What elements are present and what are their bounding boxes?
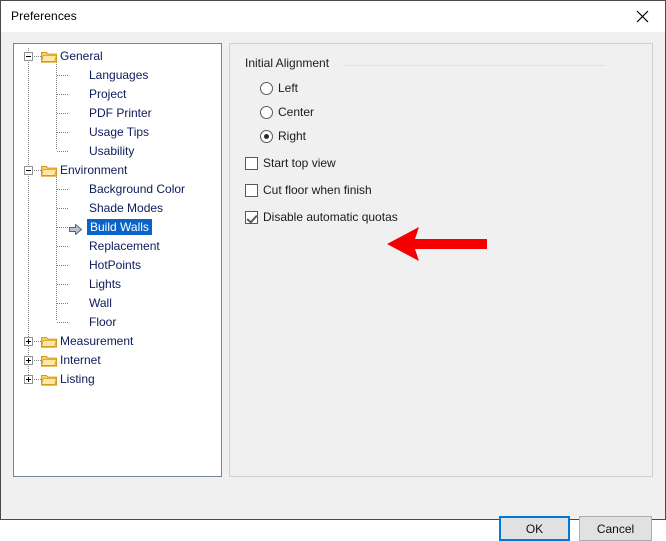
tree-connector [34, 341, 41, 343]
tree-connector [57, 94, 68, 96]
tree-item-label: Internet [60, 353, 101, 367]
expand-icon[interactable] [24, 356, 33, 365]
tree-connector [57, 246, 68, 248]
tree-item-lights[interactable]: Lights [14, 275, 221, 294]
tree-item-measurement[interactable]: Measurement [14, 332, 221, 351]
tree-item-label: Languages [89, 68, 149, 82]
radio-label: Left [278, 81, 299, 95]
tree-connector [57, 303, 68, 305]
tree-item-replacement[interactable]: Replacement [14, 237, 221, 256]
tree-connector [57, 151, 68, 153]
close-icon [636, 10, 649, 23]
checkbox-start-top-view[interactable]: Start top view [245, 154, 336, 172]
checkbox-checked-icon[interactable] [245, 210, 258, 224]
settings-panel: Initial Alignment Left Center Right Start … [229, 43, 653, 477]
tree-connector [57, 322, 68, 324]
expand-icon[interactable] [24, 337, 33, 346]
tree-item-shade-modes[interactable]: Shade Modes [14, 199, 221, 218]
preferences-dialog: Preferences General Languages Project PDF P… [0, 0, 666, 541]
tree-connector [34, 56, 41, 58]
checkbox-unchecked-icon[interactable] [245, 183, 258, 197]
tree-item-label: PDF Printer [89, 106, 152, 120]
tree-item-label: Build Walls [87, 219, 152, 235]
tree-item-label: HotPoints [89, 258, 142, 272]
window-title: Preferences [11, 9, 77, 23]
tree-item-label: Replacement [89, 239, 160, 253]
folder-icon [41, 164, 57, 177]
tree-connector [57, 265, 68, 267]
tree-item-label: Floor [89, 315, 117, 329]
radio-label: Right [278, 129, 307, 143]
radio-unchecked-icon[interactable] [260, 81, 273, 95]
collapse-icon[interactable] [24, 52, 33, 61]
tree-item-wall[interactable]: Wall [14, 294, 221, 313]
folder-icon [41, 335, 57, 348]
checkbox-label: Disable automatic quotas [263, 210, 398, 224]
tree-connector [34, 379, 41, 381]
collapse-icon[interactable] [24, 166, 33, 175]
checkbox-label: Start top view [263, 156, 336, 170]
tree-item-usability[interactable]: Usability [14, 142, 221, 161]
right-arrow-cursor-icon [69, 222, 83, 236]
tree-connector [57, 227, 68, 229]
close-button[interactable] [619, 1, 665, 32]
tree-item-languages[interactable]: Languages [14, 66, 221, 85]
radio-left[interactable]: Left [260, 79, 298, 97]
tree-item-label: Lights [89, 277, 122, 291]
tree-item-hotpoints[interactable]: HotPoints [14, 256, 221, 275]
preferences-tree[interactable]: General Languages Project PDF Printer Usage … [14, 44, 221, 386]
dialog-client-area: General Languages Project PDF Printer Usage … [1, 32, 665, 541]
tree-item-pdf-printer[interactable]: PDF Printer [14, 104, 221, 123]
tree-connector [57, 208, 68, 210]
tree-item-usage-tips[interactable]: Usage Tips [14, 123, 221, 142]
tree-connector [57, 132, 68, 134]
tree-connector [57, 75, 68, 77]
tree-item-label: Shade Modes [89, 201, 164, 215]
tree-item-label: Usability [89, 144, 135, 158]
tree-connector [57, 284, 68, 286]
expand-icon[interactable] [24, 375, 33, 384]
tree-item-label: Project [89, 87, 127, 101]
tree-item-label: Measurement [60, 334, 134, 348]
tree-item-build-walls[interactable]: Build Walls [14, 218, 221, 237]
tree-item-internet[interactable]: Internet [14, 351, 221, 370]
tree-item-label: Wall [89, 296, 112, 310]
radio-unchecked-icon[interactable] [260, 105, 273, 119]
tree-connector [57, 113, 68, 115]
checkbox-unchecked-icon[interactable] [245, 156, 258, 170]
folder-icon [41, 373, 57, 386]
tree-item-label: General [60, 49, 103, 63]
tree-item-label: Usage Tips [89, 125, 150, 139]
initial-alignment-label: Initial Alignment [245, 56, 330, 70]
tree-item-background-color[interactable]: Background Color [14, 180, 221, 199]
tree-item-label: Listing [60, 372, 95, 386]
radio-center[interactable]: Center [260, 103, 314, 121]
checkbox-cut-floor-when-finish[interactable]: Cut floor when finish [245, 181, 372, 199]
group-separator [344, 65, 606, 66]
checkbox-disable-automatic-quotas[interactable]: Disable automatic quotas [245, 208, 398, 226]
radio-label: Center [278, 105, 315, 119]
folder-icon [41, 50, 57, 63]
folder-icon [41, 354, 57, 367]
tree-connector [34, 170, 41, 172]
tree-item-general[interactable]: General [14, 47, 221, 66]
tree-connector [57, 189, 68, 191]
tree-item-floor[interactable]: Floor [14, 313, 221, 332]
radio-right[interactable]: Right [260, 127, 306, 145]
tree-item-project[interactable]: Project [14, 85, 221, 104]
checkbox-label: Cut floor when finish [263, 183, 372, 197]
tree-item-label: Background Color [89, 182, 186, 196]
radio-checked-icon[interactable] [260, 129, 273, 143]
tree-item-label: Environment [60, 163, 128, 177]
tree-item-listing[interactable]: Listing [14, 370, 221, 389]
tree-connector [34, 360, 41, 362]
title-bar: Preferences [1, 1, 665, 32]
tree-item-environment[interactable]: Environment [14, 161, 221, 180]
preferences-tree-panel[interactable]: General Languages Project PDF Printer Usage … [13, 43, 222, 477]
